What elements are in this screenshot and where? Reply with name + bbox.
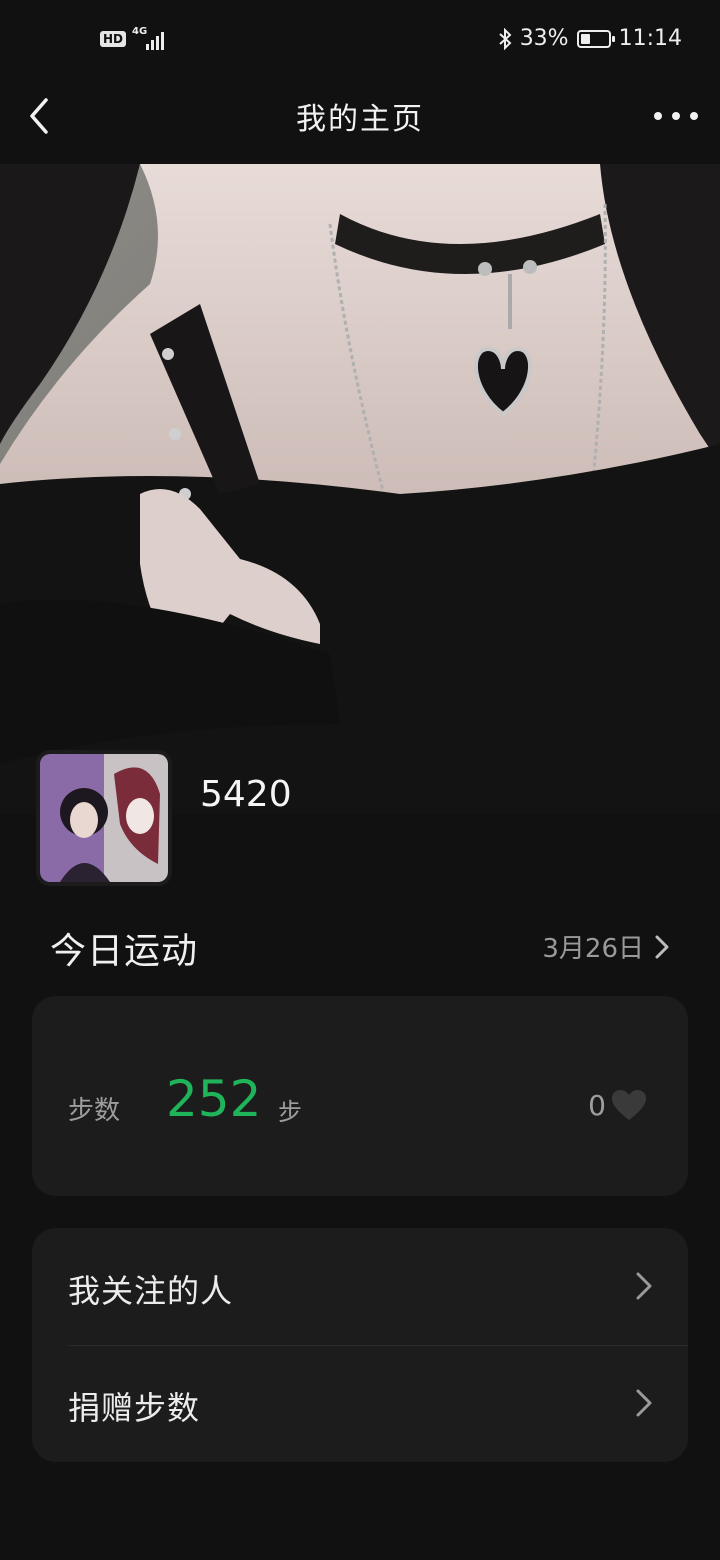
menu-item-label: 捐赠步数	[68, 1389, 201, 1427]
page-title: 我的主页	[296, 102, 424, 137]
steps-card[interactable]: 步数 252 步 0	[32, 996, 688, 1196]
menu-card: 我关注的人 捐赠步数	[32, 1228, 688, 1462]
hd-icon: HD	[100, 31, 127, 47]
steps-label: 步数	[68, 1096, 121, 1126]
like-count: 0	[588, 1088, 606, 1122]
username: 5420	[200, 774, 292, 815]
title-bar: 我的主页	[0, 80, 720, 164]
status-left: HD 4G	[100, 26, 172, 50]
battery-percent: 33%	[519, 26, 569, 51]
steps-unit: 步	[278, 1098, 302, 1126]
more-dots-icon[interactable]	[654, 104, 698, 128]
like-button[interactable]: 0	[588, 1088, 648, 1122]
menu-item-label: 我关注的人	[68, 1272, 234, 1310]
menu-item-donate-steps[interactable]: 捐赠步数	[32, 1345, 688, 1462]
chevron-right-icon	[636, 1389, 652, 1417]
bluetooth-icon	[499, 27, 512, 50]
section-title: 今日运动	[50, 931, 199, 972]
steps-value: 252	[166, 1070, 262, 1128]
battery-icon	[576, 29, 615, 48]
chevron-right-icon	[655, 935, 669, 958]
status-right: 33% 11:14	[498, 26, 682, 51]
menu-item-following[interactable]: 我关注的人	[32, 1228, 688, 1345]
status-bar: HD 4G 33% 11:14	[0, 0, 720, 80]
clock: 11:14	[618, 26, 682, 51]
date-label: 3月26日	[542, 934, 644, 964]
signal-icon: 4G	[132, 26, 172, 50]
avatar[interactable]	[36, 750, 172, 886]
cover-photo	[0, 164, 720, 814]
date-selector[interactable]: 3月26日	[542, 928, 670, 965]
heart-icon	[612, 1090, 646, 1120]
chevron-right-icon	[636, 1272, 652, 1300]
network-type: 4G	[132, 26, 148, 37]
